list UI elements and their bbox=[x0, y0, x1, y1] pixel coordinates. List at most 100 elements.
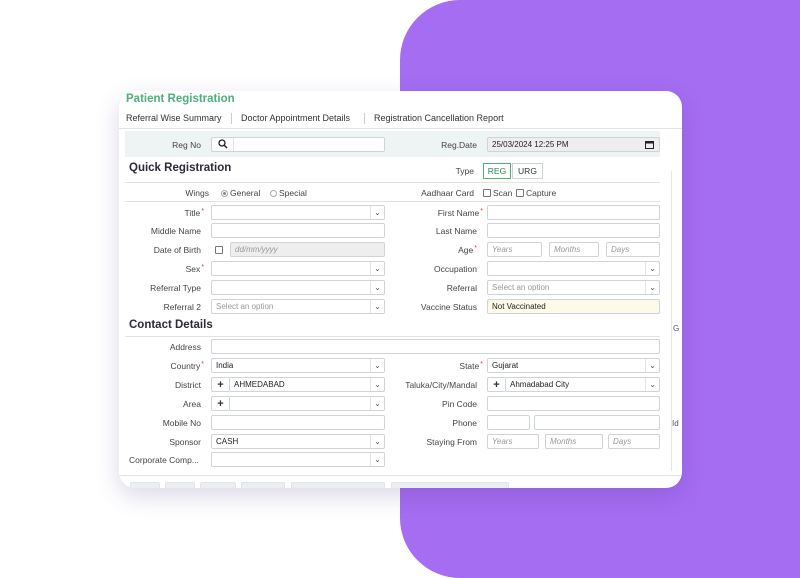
chevron-down-icon: ⌄ bbox=[370, 281, 384, 294]
middle-name-input[interactable] bbox=[211, 223, 385, 238]
staying-days-input[interactable]: Days bbox=[608, 434, 660, 449]
wings-special-radio[interactable]: Special bbox=[270, 188, 307, 198]
tab-referral-wise-summary[interactable]: Referral Wise Summary bbox=[122, 113, 226, 123]
footer-button[interactable] bbox=[391, 482, 509, 488]
dob-input[interactable]: dd/mm/yyyy bbox=[230, 242, 385, 257]
wings-divider bbox=[125, 201, 660, 202]
referral-select[interactable]: Select an option ⌄ bbox=[487, 280, 660, 295]
district-select[interactable]: AHMEDABAD ⌄ bbox=[229, 377, 385, 392]
sponsor-select[interactable]: CASH ⌄ bbox=[211, 434, 385, 449]
taluka-select[interactable]: Ahmadabad City ⌄ bbox=[505, 377, 660, 392]
tab-doctor-appointment-details[interactable]: Doctor Appointment Details bbox=[230, 113, 354, 124]
chevron-down-icon: ⌄ bbox=[645, 378, 659, 391]
footer-button[interactable] bbox=[291, 482, 385, 488]
add-area-button[interactable]: + bbox=[211, 396, 229, 411]
footer-button[interactable] bbox=[130, 482, 160, 488]
side-label-id: Id bbox=[672, 419, 679, 428]
report-tabs: Referral Wise Summary Doctor Appointment… bbox=[119, 111, 682, 129]
staying-years-input[interactable]: Years bbox=[487, 434, 539, 449]
side-label-g: G bbox=[673, 324, 680, 333]
occupation-select[interactable]: ⌄ bbox=[487, 261, 660, 276]
corporate-company-select[interactable]: ⌄ bbox=[211, 452, 385, 467]
area-label: Area bbox=[183, 399, 201, 409]
footer-button[interactable] bbox=[241, 482, 285, 488]
chevron-down-icon: ⌄ bbox=[370, 397, 384, 410]
add-taluka-button[interactable]: + bbox=[487, 377, 505, 392]
quick-registration-title: Quick Registration bbox=[129, 162, 232, 174]
phone-label: Phone bbox=[452, 418, 477, 428]
wings-special-label: Special bbox=[279, 188, 307, 198]
chevron-down-icon: ⌄ bbox=[645, 359, 659, 372]
footer-button[interactable] bbox=[200, 482, 236, 488]
age-months-input[interactable]: Months bbox=[549, 242, 599, 257]
aadhaar-scan-label: Scan bbox=[493, 188, 513, 198]
tab-registration-cancellation-report[interactable]: Registration Cancellation Report bbox=[364, 113, 508, 124]
sponsor-label: Sponsor bbox=[169, 437, 201, 447]
dob-label: Date of Birth bbox=[153, 245, 201, 255]
quick-divider bbox=[125, 182, 660, 183]
chevron-down-icon: ⌄ bbox=[370, 378, 384, 391]
occupation-label: Occupation bbox=[434, 264, 477, 274]
vaccine-status-field[interactable]: Not Vaccinated bbox=[487, 299, 660, 314]
aadhaar-scan-checkbox[interactable]: Scan bbox=[483, 188, 512, 198]
reg-date-field[interactable]: 25/03/2024 12:25 PM bbox=[487, 137, 660, 152]
aadhaar-capture-checkbox[interactable]: Capture bbox=[516, 188, 556, 198]
state-select[interactable]: Gujarat ⌄ bbox=[487, 358, 660, 373]
add-district-button[interactable]: + bbox=[211, 377, 229, 392]
mobile-label: Mobile No bbox=[162, 418, 201, 428]
first-name-label: First Name* bbox=[437, 208, 483, 218]
wings-general-radio[interactable]: General bbox=[221, 188, 260, 198]
referral2-select[interactable]: Select an option ⌄ bbox=[211, 299, 385, 314]
footer-divider bbox=[119, 475, 682, 476]
chevron-down-icon: ⌄ bbox=[370, 453, 384, 466]
corporate-company-label: Corporate Comp... bbox=[129, 455, 199, 465]
registration-window: Patient Registration Referral Wise Summa… bbox=[119, 91, 682, 488]
sex-select[interactable]: ⌄ bbox=[211, 261, 385, 276]
country-label: Country* bbox=[170, 361, 205, 371]
address-label: Address bbox=[169, 342, 201, 352]
country-select[interactable]: India ⌄ bbox=[211, 358, 385, 373]
search-icon[interactable] bbox=[218, 139, 228, 151]
wings-label: Wings bbox=[185, 188, 209, 198]
chevron-down-icon: ⌄ bbox=[370, 206, 384, 219]
reg-no-input[interactable] bbox=[211, 137, 385, 152]
title-select[interactable]: ⌄ bbox=[211, 205, 385, 220]
area-select[interactable]: ⌄ bbox=[229, 396, 385, 411]
aadhaar-label: Aadhaar Card bbox=[421, 188, 474, 198]
footer-button[interactable] bbox=[165, 482, 195, 488]
first-name-input[interactable] bbox=[487, 205, 660, 220]
referral-type-label: Referral Type bbox=[150, 283, 201, 293]
district-label: District bbox=[175, 380, 201, 390]
type-reg-button[interactable]: REG bbox=[483, 163, 511, 179]
state-label: State* bbox=[459, 361, 483, 371]
taluka-label: Taluka/City/Mandal bbox=[405, 380, 477, 390]
contact-divider bbox=[125, 336, 660, 337]
vaccine-status-label: Vaccine Status bbox=[420, 302, 477, 312]
chevron-down-icon: ⌄ bbox=[370, 359, 384, 372]
age-label: Age* bbox=[458, 245, 477, 255]
age-years-input[interactable]: Years bbox=[487, 242, 542, 257]
address-input[interactable] bbox=[211, 339, 660, 354]
phone-code-input[interactable] bbox=[487, 415, 530, 430]
last-name-input[interactable] bbox=[487, 223, 660, 238]
dob-checkbox[interactable] bbox=[215, 245, 225, 255]
reg-date-value: 25/03/2024 12:25 PM bbox=[492, 140, 569, 149]
chevron-down-icon: ⌄ bbox=[370, 300, 384, 313]
last-name-label: Last Name bbox=[435, 226, 477, 236]
pin-code-input[interactable] bbox=[487, 396, 660, 411]
chevron-down-icon: ⌄ bbox=[370, 262, 384, 275]
pin-code-label: Pin Code bbox=[442, 399, 477, 409]
chevron-down-icon: ⌄ bbox=[370, 435, 384, 448]
title-label: Title* bbox=[184, 208, 204, 218]
staying-from-label: Staying From bbox=[426, 437, 477, 447]
middle-name-label: Middle Name bbox=[150, 226, 201, 236]
page-title: Patient Registration bbox=[126, 93, 235, 105]
reg-date-label: Reg.Date bbox=[441, 140, 477, 150]
staying-months-input[interactable]: Months bbox=[545, 434, 603, 449]
age-days-input[interactable]: Days bbox=[606, 242, 660, 257]
mobile-input[interactable] bbox=[211, 415, 385, 430]
calendar-icon[interactable] bbox=[645, 140, 654, 151]
referral-type-select[interactable]: ⌄ bbox=[211, 280, 385, 295]
type-urg-button[interactable]: URG bbox=[512, 163, 543, 179]
phone-number-input[interactable] bbox=[534, 415, 660, 430]
